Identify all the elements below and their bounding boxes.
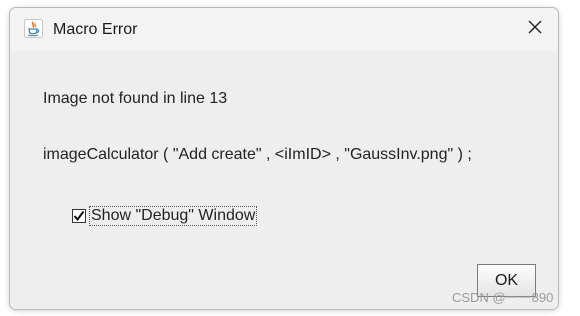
debug-window-checkbox-row[interactable]: Show "Debug" Window bbox=[72, 206, 258, 226]
debug-window-checkbox[interactable] bbox=[72, 209, 86, 223]
checkmark-icon bbox=[73, 210, 85, 222]
macro-error-dialog: Macro Error Image not found in line 13 i… bbox=[9, 7, 559, 310]
window-title: Macro Error bbox=[53, 21, 138, 38]
error-message: Image not found in line 13 bbox=[43, 90, 228, 107]
close-button[interactable] bbox=[512, 8, 558, 51]
error-code-line: imageCalculator ( "Add create" , <iImID>… bbox=[43, 146, 472, 163]
watermark-text: CSDN @一一890 bbox=[452, 290, 554, 305]
close-icon bbox=[528, 20, 542, 39]
java-icon bbox=[24, 19, 43, 38]
debug-window-checkbox-label[interactable]: Show "Debug" Window bbox=[89, 206, 258, 226]
dialog-content: Image not found in line 13 imageCalculat… bbox=[10, 51, 558, 309]
title-bar[interactable]: Macro Error bbox=[10, 8, 558, 51]
